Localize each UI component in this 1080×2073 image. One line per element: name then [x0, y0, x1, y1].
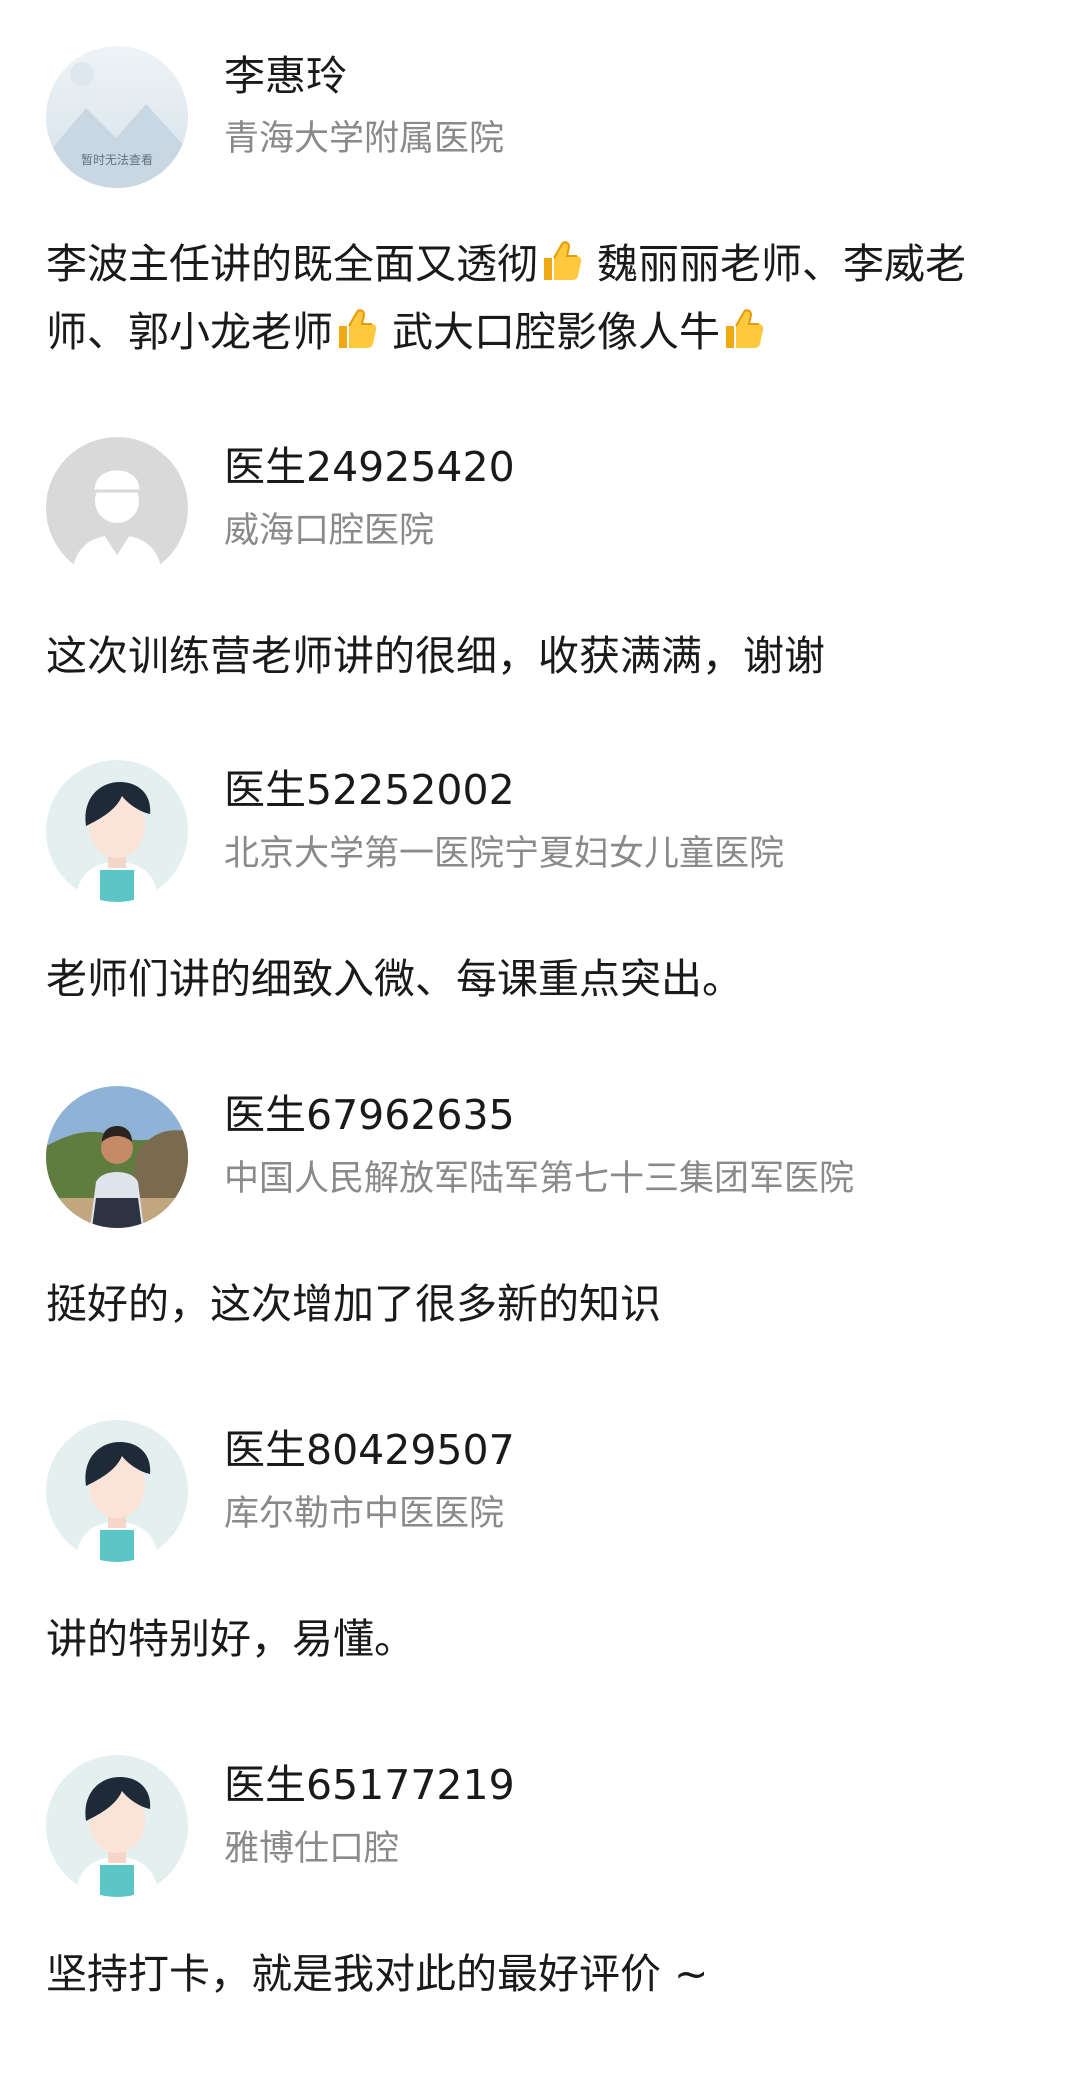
cartoon-doctor-icon — [46, 1420, 188, 1562]
thumbs-up-icon — [544, 241, 582, 280]
user-organization: 北京大学第一医院宁夏妇女儿童医院 — [224, 834, 785, 874]
user-name[interactable]: 李惠玲 — [224, 51, 347, 101]
avatar[interactable]: 暂时无法查看 — [46, 46, 188, 188]
user-organization: 中国人民解放军陆军第七十三集团军医院 — [224, 1159, 855, 1199]
comment-text: 老师们讲的细致入微、每课重点突出。 — [46, 955, 743, 1003]
comment-text: 坚持打卡，就是我对此的最好评价 ~ — [46, 1950, 709, 1998]
comment-text-part: 武大口腔影像人牛 — [379, 308, 721, 356]
thumbs-up-icon — [339, 309, 377, 348]
user-name[interactable]: 医生65177219 — [224, 1760, 515, 1810]
comment-text: 李波主任讲的既全面又透彻 魏丽丽老师、李威老师、郭小龙老师 武大口腔影像人牛 — [46, 230, 1036, 366]
user-name[interactable]: 医生52252002 — [224, 765, 515, 815]
cartoon-doctor-icon — [46, 1755, 188, 1897]
cartoon-doctor-icon — [46, 760, 188, 902]
comment-text: 讲的特别好，易懂。 — [46, 1615, 415, 1663]
avatar-overlay-text: 暂时无法查看 — [81, 153, 153, 167]
comment-text: 这次训练营老师讲的很细，收获满满，谢谢 — [46, 632, 825, 680]
thumbs-up-icon — [726, 309, 764, 348]
avatar[interactable] — [46, 1755, 188, 1897]
photo-avatar-icon — [46, 1086, 188, 1228]
user-organization: 威海口腔医院 — [224, 511, 435, 551]
default-doctor-icon — [46, 437, 188, 579]
user-name[interactable]: 医生80429507 — [224, 1425, 515, 1475]
placeholder-image-icon: 暂时无法查看 — [46, 46, 188, 188]
user-organization: 库尔勒市中医医院 — [224, 1494, 505, 1534]
user-name[interactable]: 医生24925420 — [224, 442, 515, 492]
avatar[interactable] — [46, 1086, 188, 1228]
comment-text-part: 李波主任讲的既全面又透彻 — [46, 240, 538, 288]
user-organization: 雅博仕口腔 — [224, 1829, 400, 1869]
avatar[interactable] — [46, 437, 188, 579]
avatar[interactable] — [46, 1420, 188, 1562]
user-organization: 青海大学附属医院 — [224, 119, 505, 159]
comment-text: 挺好的，这次增加了很多新的知识 — [46, 1280, 661, 1328]
user-name[interactable]: 医生67962635 — [224, 1090, 515, 1140]
avatar[interactable] — [46, 760, 188, 902]
